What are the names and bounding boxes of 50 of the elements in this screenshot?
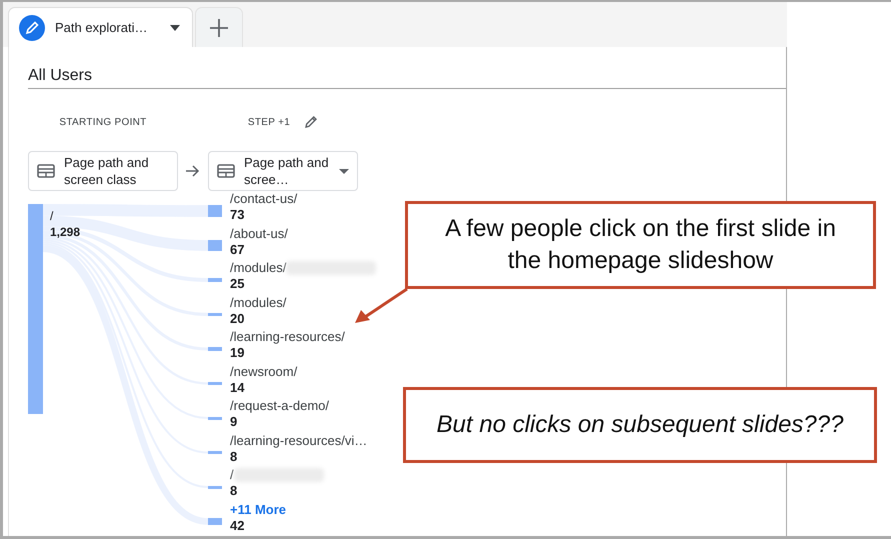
node-bar[interactable] (208, 205, 222, 217)
page-path-label: /learning-resources/ (230, 329, 345, 345)
node-bar[interactable] (208, 486, 222, 488)
user-count: 8 (230, 483, 238, 499)
dropdown-caret-icon (339, 168, 349, 174)
more-link[interactable]: +11 More (230, 502, 286, 518)
page-path-label: / (230, 467, 234, 483)
column-heading: STEP +1 (248, 116, 290, 128)
node-bar[interactable] (208, 416, 222, 420)
user-count: 67 (230, 242, 246, 258)
column-heading: STARTING POINT (59, 116, 147, 128)
add-tab-button[interactable] (195, 7, 243, 47)
user-count: 14 (230, 380, 246, 396)
user-count: 9 (230, 414, 238, 430)
dimension-selector[interactable]: Page path and screen class (28, 151, 178, 191)
right-arrow-icon (186, 165, 200, 177)
node-bar[interactable] (208, 240, 222, 251)
dropdown-caret-icon (170, 24, 180, 30)
dimension-selector[interactable]: Page path and scree… (208, 151, 358, 191)
segment-title: All Users (28, 67, 92, 84)
user-count: 42 (230, 518, 246, 534)
plus-icon (210, 18, 228, 36)
annotation-callout: But no clicks on subsequent slides??? (403, 387, 877, 463)
node-bar[interactable] (208, 312, 222, 316)
pencil-icon[interactable] (304, 115, 318, 129)
node-bar[interactable] (208, 382, 222, 385)
page-path-label: /newsroom/ (230, 364, 298, 380)
table-icon (37, 164, 55, 178)
annotation-callout: A few people click on the first slide in the homepage slideshow (405, 201, 876, 289)
node-bar[interactable] (28, 204, 43, 414)
user-count: 20 (230, 310, 246, 326)
user-count: 73 (230, 207, 246, 223)
user-count: 1,298 (50, 224, 80, 240)
pencil-icon (19, 14, 45, 40)
exploration-tab[interactable]: Path explorati… (8, 7, 193, 47)
node-bar[interactable] (208, 451, 222, 454)
node-bar[interactable] (208, 347, 222, 351)
page-path-label: /learning-resources/vi… (230, 432, 368, 448)
user-count: 19 (230, 345, 246, 361)
page-path-label: /request-a-demo/ (230, 398, 329, 414)
page-path-label: /about-us/ (230, 226, 288, 242)
user-count: 25 (230, 276, 246, 292)
node-bar[interactable] (208, 518, 222, 525)
table-icon (217, 164, 235, 178)
page-path-label: /contact-us/ (230, 191, 298, 207)
node-bar[interactable] (208, 278, 222, 282)
user-count: 8 (230, 448, 238, 464)
page-path-label: / (50, 208, 54, 224)
page-path-label: /modules/ (230, 294, 286, 310)
page-path-label: /modules/ (230, 260, 286, 276)
